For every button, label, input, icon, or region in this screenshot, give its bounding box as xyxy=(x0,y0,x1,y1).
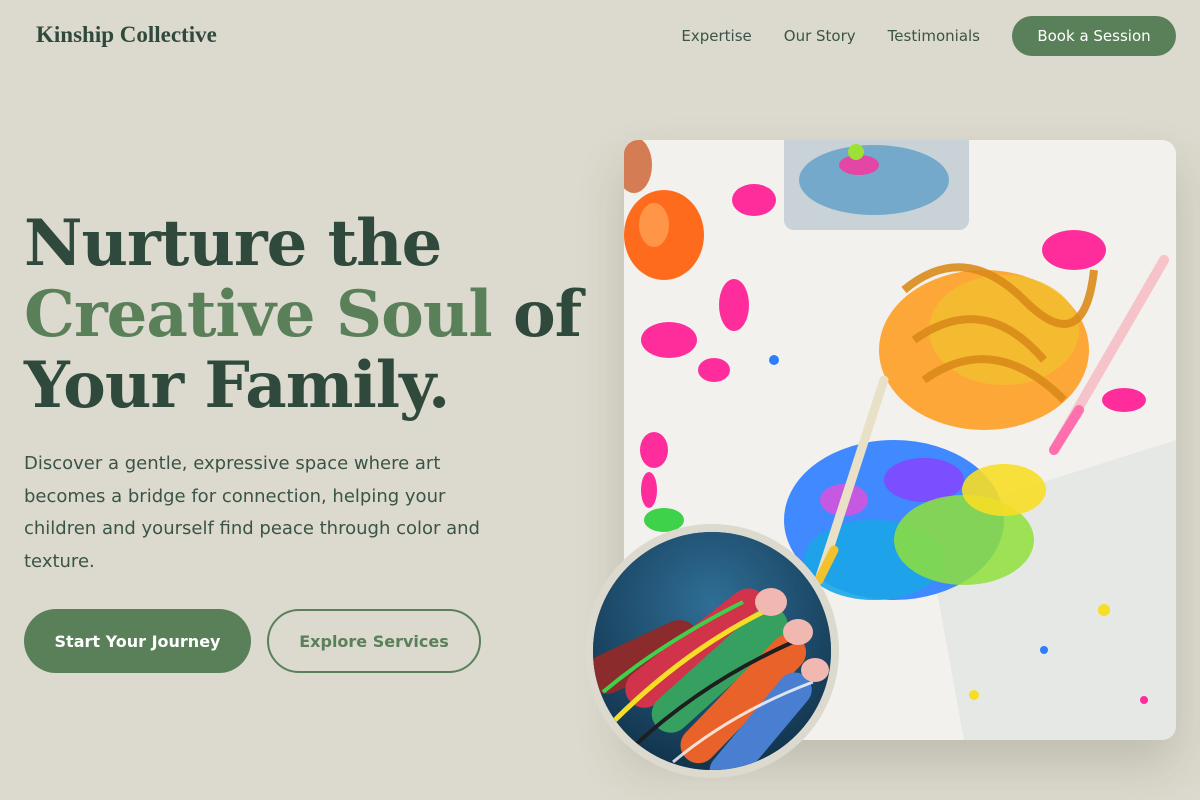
painted-hand-image xyxy=(585,524,839,778)
hero-description: Discover a gentle, expressive space wher… xyxy=(24,453,480,572)
book-session-button[interactable]: Book a Session xyxy=(1012,16,1176,56)
nav-link-our-story[interactable]: Our Story xyxy=(784,27,856,45)
explore-services-button[interactable]: Explore Services xyxy=(267,609,481,673)
start-journey-button[interactable]: Start Your Journey xyxy=(24,609,251,673)
headline-part3: Your Family. xyxy=(24,348,450,423)
main-nav: Expertise Our Story Testimonials Book a … xyxy=(681,16,1176,56)
nav-link-expertise[interactable]: Expertise xyxy=(681,27,751,45)
nav-link-testimonials[interactable]: Testimonials xyxy=(888,27,980,45)
headline-part1: Nurture the xyxy=(24,206,442,281)
site-header: Kinship Collective Expertise Our Story T… xyxy=(0,0,1200,72)
headline-accent: Creative Soul xyxy=(24,277,493,352)
headline-part2: of xyxy=(491,277,582,352)
brand-logo[interactable]: Kinship Collective xyxy=(36,22,217,48)
hero-headline: Nurture the Creative Soul of Your Family… xyxy=(24,208,584,421)
painted-hand-illustration xyxy=(593,532,831,770)
